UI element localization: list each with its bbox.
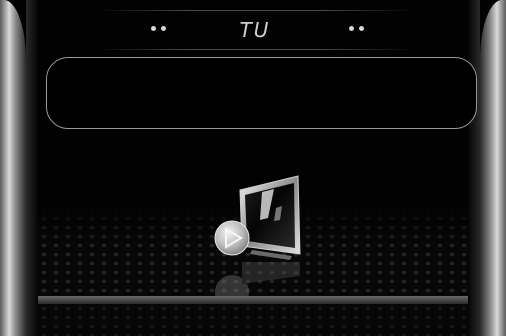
- floor-divider: [38, 296, 468, 304]
- left-bezel: [0, 0, 26, 336]
- left-bezel-shadow: [26, 0, 38, 336]
- header-bar: TU: [96, 10, 414, 50]
- page-title: TU: [239, 18, 271, 42]
- right-bezel-shadow: [468, 0, 480, 336]
- tv-play-icon: [214, 175, 301, 260]
- dots-icon: [349, 26, 364, 31]
- header-top-divider: [96, 10, 414, 11]
- right-bezel: [480, 0, 506, 336]
- tv-screen: TU: [0, 0, 506, 336]
- honeycomb-floor-lower: [38, 304, 468, 336]
- channel-info-display: [46, 57, 477, 129]
- tv-source-button[interactable]: [212, 172, 304, 268]
- header-bottom-divider: [96, 49, 414, 50]
